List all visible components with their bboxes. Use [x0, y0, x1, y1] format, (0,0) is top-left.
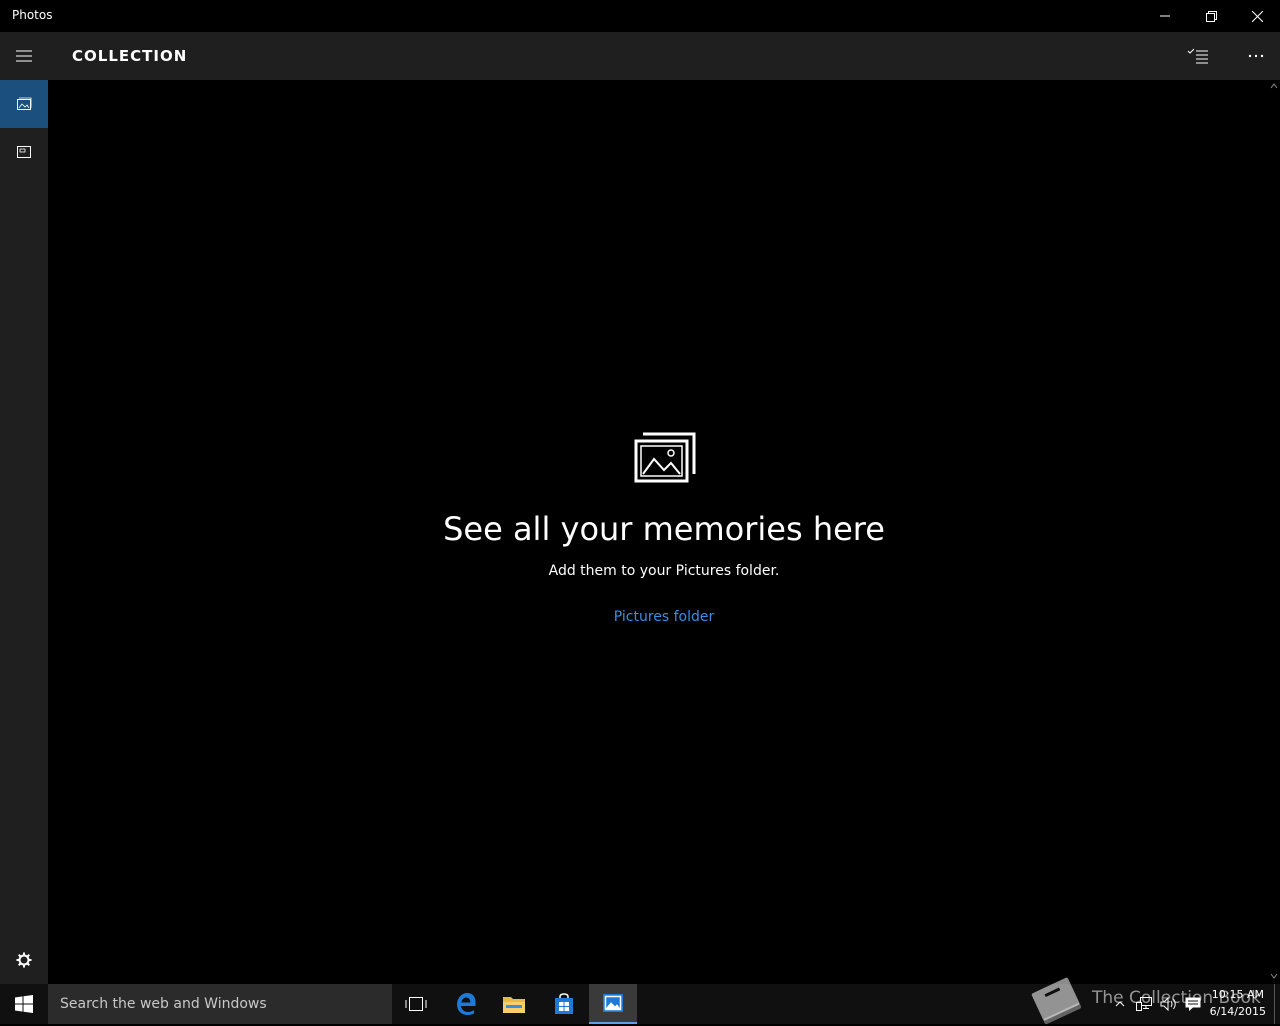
show-desktop-button[interactable] [1274, 984, 1280, 1024]
edge-icon [457, 993, 476, 1015]
store-icon [555, 993, 573, 1014]
albums-icon [17, 146, 31, 158]
title-bar: Photos [0, 0, 1280, 32]
clock-time[interactable]: 10:15 AM [1212, 988, 1264, 1001]
gear-icon [16, 952, 32, 968]
book-watermark-icon [1031, 977, 1082, 1025]
close-button[interactable] [1234, 0, 1280, 32]
volume-button[interactable] [1157, 984, 1181, 1024]
action-center-button[interactable] [1181, 984, 1205, 1024]
taskbar: The Collection Book 10:15 AM 6/14/2015 [0, 977, 1280, 1025]
nav-item-collection[interactable] [0, 80, 48, 128]
folder-icon [503, 997, 525, 1013]
file-explorer-button[interactable] [490, 984, 538, 1024]
edge-button[interactable] [442, 984, 490, 1024]
nav-item-albums[interactable] [0, 128, 48, 176]
task-view-icon [405, 997, 427, 1011]
search-input[interactable] [48, 984, 392, 1024]
message-icon [1185, 997, 1201, 1011]
network-button[interactable] [1132, 984, 1156, 1024]
restore-button[interactable] [1188, 0, 1234, 32]
scroll-down-icon [1270, 973, 1278, 979]
empty-state-subtitle: Add them to your Pictures folder. [548, 563, 780, 579]
app-header: COLLECTION [0, 32, 1280, 80]
show-hidden-icons-button[interactable] [1108, 984, 1132, 1024]
select-button[interactable] [1174, 32, 1222, 80]
start-button[interactable] [0, 984, 48, 1024]
windows-logo-icon [15, 995, 33, 1013]
content-area: See all your memories here Add them to y… [48, 80, 1268, 984]
photos-app-icon [603, 994, 623, 1012]
task-view-button[interactable] [392, 984, 440, 1024]
window-title: Photos [12, 8, 53, 22]
select-list-icon [1187, 48, 1208, 64]
minimize-icon [1160, 15, 1170, 17]
more-options-button[interactable] [1232, 32, 1280, 80]
collection-icon [17, 97, 32, 110]
scroll-up-icon [1270, 83, 1278, 89]
photos-empty-icon [634, 432, 696, 488]
nav-rail [0, 80, 48, 984]
search-box[interactable] [48, 984, 392, 1024]
empty-state-title: See all your memories here [443, 510, 885, 548]
page-title: COLLECTION [72, 47, 188, 65]
close-icon [1251, 10, 1263, 22]
store-button[interactable] [540, 984, 588, 1024]
volume-icon [1160, 997, 1176, 1011]
photos-taskbar-button[interactable] [589, 984, 637, 1024]
minimize-button[interactable] [1142, 0, 1188, 32]
restore-icon [1205, 10, 1217, 22]
settings-button[interactable] [0, 936, 48, 984]
chevron-up-icon [1115, 1001, 1125, 1007]
pictures-folder-link[interactable]: Pictures folder [48, 609, 1280, 625]
clock-date[interactable]: 6/14/2015 [1210, 1005, 1266, 1018]
network-icon [1136, 997, 1152, 1011]
hamburger-menu-button[interactable] [0, 32, 48, 80]
more-icon [1248, 54, 1264, 58]
scrollbar[interactable] [1268, 80, 1280, 984]
hamburger-icon [16, 50, 32, 62]
